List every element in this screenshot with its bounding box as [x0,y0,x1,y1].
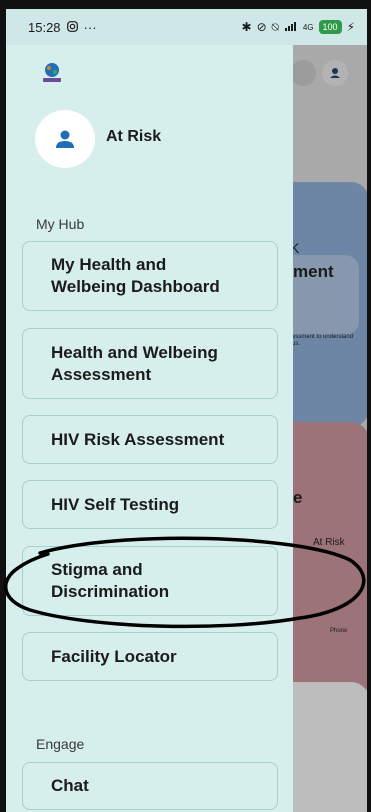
phone-screen: K ment essment to understand us. e At Ri… [0,0,371,812]
user-icon [56,130,74,148]
battery-icon: 100 [318,20,342,34]
status-time: 15:28 [28,19,61,35]
more-notifications-icon: ··· [83,19,97,35]
section-label-my-hub: My Hub [36,216,85,232]
background-card-text: essment to understand us. [292,334,354,347]
link-icon: ⊘ [256,20,267,34]
background-card2-title: e [293,488,303,507]
menu-item-health-assessment[interactable]: Health and Welbeing Assessment [22,328,278,399]
phone-bezel-top [0,0,371,9]
background-card2-label: At Risk [313,537,345,548]
instagram-icon [66,20,78,35]
section-label-engage: Engage [36,736,85,752]
menu-item-hiv-self-testing[interactable]: HIV Self Testing [22,480,278,529]
network-type: 4G [302,22,314,32]
profile-name: At Risk [106,128,162,145]
background-card-title: ment [293,262,334,281]
menu-item-hiv-risk-assessment[interactable]: HIV Risk Assessment [22,415,278,464]
signal-icon [284,20,298,34]
profile-avatar[interactable] [35,110,95,168]
mute-icon: ⍉ [271,19,279,34]
background-back-icon [290,60,316,86]
menu-item-facility-locator[interactable]: Facility Locator [22,632,278,681]
charging-icon: ⚡ [346,20,355,34]
background-card2-phone: Phone [330,628,348,634]
status-bar: 15:28 ··· ✱ ⊘ ⍉ 4G 100 ⚡ [6,9,367,45]
menu-item-chat[interactable]: Chat [22,762,278,810]
phone-bezel-right [367,0,371,812]
menu-item-health-dashboard[interactable]: My Health and Welbeing Dashboard [22,241,278,311]
menu-item-stigma-discrimination[interactable]: Stigma and Discrimination [22,546,278,616]
bluetooth-icon: ✱ [241,20,252,34]
phone-bezel-left [0,0,6,812]
background-profile-icon [322,60,348,86]
app-logo-icon [40,61,64,85]
